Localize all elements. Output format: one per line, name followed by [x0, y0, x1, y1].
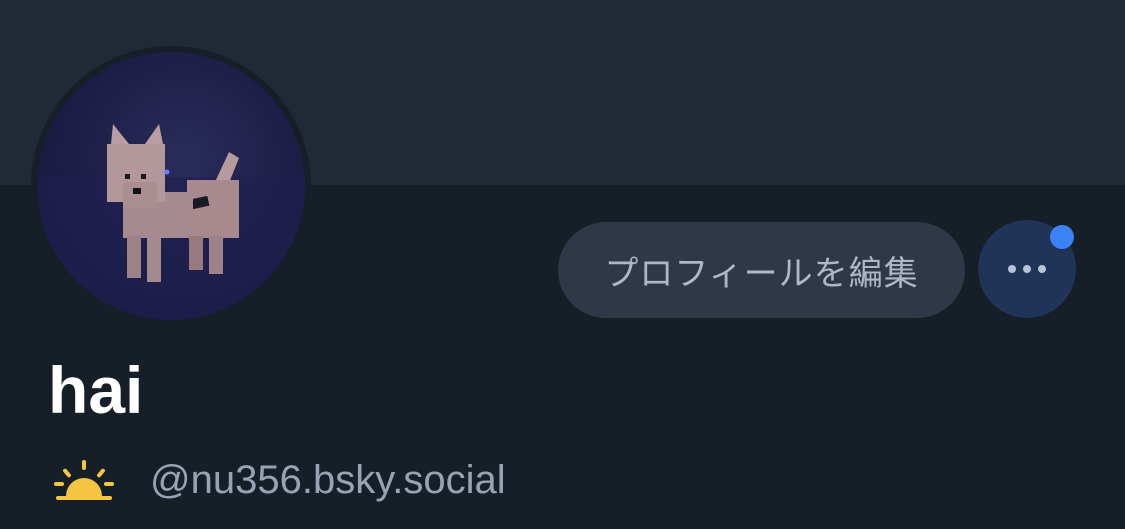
edit-profile-button[interactable]: プロフィールを編集 — [558, 222, 965, 318]
ellipsis-icon — [1008, 265, 1046, 273]
profile-handle: @nu356.bsky.social — [150, 458, 506, 502]
sunrise-icon — [54, 460, 114, 500]
notification-badge — [1050, 225, 1074, 249]
display-name: hai — [48, 353, 144, 427]
dog-figure-icon — [37, 124, 305, 320]
avatar-image — [37, 52, 305, 320]
handle-row: @nu356.bsky.social — [52, 452, 506, 508]
avatar[interactable] — [31, 46, 311, 326]
profile-header: プロフィールを編集 hai @nu356.bsky.social — [0, 0, 1125, 529]
